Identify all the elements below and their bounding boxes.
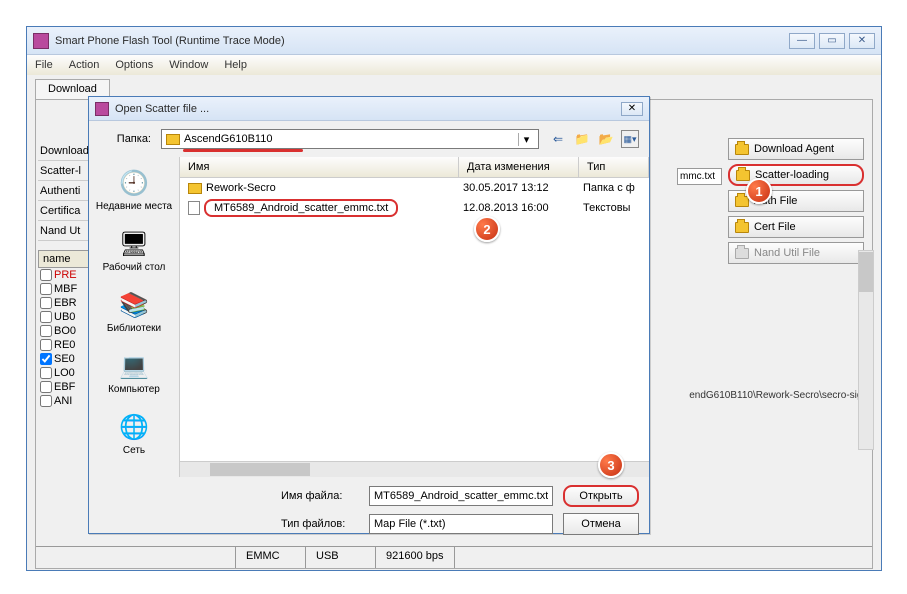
folder-icon — [735, 222, 749, 233]
chk-ub0[interactable] — [40, 311, 52, 323]
row-lo0: LO0 — [54, 367, 75, 379]
menu-file[interactable]: File — [35, 59, 53, 71]
status-storage: EMMC — [236, 547, 306, 568]
label-nand: Nand Ut — [38, 222, 88, 241]
annotation-underline — [183, 149, 303, 152]
close-button[interactable]: ✕ — [849, 33, 875, 49]
menu-bar: File Action Options Window Help — [27, 55, 881, 75]
label-cert: Certifica — [38, 202, 88, 221]
maximize-button[interactable]: ▭ — [819, 33, 845, 49]
row-ani: ANI — [54, 395, 72, 407]
dialog-toolbar: Папка: AscendG610B110 ▾ ⇐ 📁 📂 ▦▾ — [89, 121, 649, 157]
chk-ebr[interactable] — [40, 297, 52, 309]
up-folder-icon[interactable]: 📁 — [573, 130, 591, 148]
folder-icon — [166, 134, 180, 145]
place-desktop[interactable]: 🖥Рабочий стол — [89, 224, 179, 277]
chk-ani[interactable] — [40, 395, 52, 407]
scatter-path-field[interactable]: mmc.txt — [677, 168, 722, 185]
menu-help[interactable]: Help — [224, 59, 247, 71]
file-row-folder[interactable]: Rework-Secro 30.05.2017 13:12 Папка с ф — [180, 178, 649, 198]
filename-label: Имя файла: — [189, 490, 359, 502]
horizontal-scrollbar[interactable] — [180, 461, 649, 477]
row-ebr: EBR — [54, 297, 77, 309]
callout-3: 3 — [598, 452, 624, 478]
status-conn: USB — [306, 547, 376, 568]
minimize-button[interactable]: — — [789, 33, 815, 49]
status-bar: EMMC USB 921600 bps — [36, 546, 872, 568]
places-bar: 🕘Недавние места 🖥Рабочий стол 📚Библиотек… — [89, 157, 179, 477]
folder-icon — [735, 144, 749, 155]
download-agent-button[interactable]: Download Agent — [728, 138, 864, 160]
place-libraries[interactable]: 📚Библиотеки — [89, 285, 179, 338]
vertical-scrollbar[interactable] — [858, 250, 874, 450]
place-network[interactable]: 🌐Сеть — [89, 407, 179, 460]
file-path-text: endG610B110\Rework-Secro\secro-sign — [638, 390, 868, 401]
menu-action[interactable]: Action — [69, 59, 100, 71]
label-scatter: Scatter-l — [38, 162, 88, 181]
title-bar: Smart Phone Flash Tool (Runtime Trace Mo… — [27, 27, 881, 55]
document-icon — [188, 201, 200, 215]
window-title: Smart Phone Flash Tool (Runtime Trace Mo… — [55, 35, 789, 47]
file-list: Имя Дата изменения Тип Rework-Secro 30.0… — [179, 157, 649, 477]
col-type[interactable]: Тип — [579, 157, 649, 177]
place-recent[interactable]: 🕘Недавние места — [89, 163, 179, 216]
label-auth: Authenti — [38, 182, 88, 201]
row-se0: SE0 — [54, 353, 75, 365]
label-download: Download — [38, 142, 88, 161]
menu-options[interactable]: Options — [115, 59, 153, 71]
open-button[interactable]: Открыть — [563, 485, 639, 507]
chevron-down-icon[interactable]: ▾ — [518, 133, 534, 146]
cancel-button[interactable]: Отмена — [563, 513, 639, 535]
chk-mbf[interactable] — [40, 283, 52, 295]
app-icon — [33, 33, 49, 49]
folder-icon — [188, 183, 202, 194]
menu-window[interactable]: Window — [169, 59, 208, 71]
folder-label: Папка: — [99, 133, 151, 145]
chk-re0[interactable] — [40, 339, 52, 351]
view-menu-icon[interactable]: ▦▾ — [621, 130, 639, 148]
open-file-dialog: Open Scatter file ... ✕ Папка: AscendG61… — [88, 96, 650, 534]
col-date[interactable]: Дата изменения — [459, 157, 579, 177]
dialog-title-bar: Open Scatter file ... ✕ — [89, 97, 649, 121]
chk-pre[interactable] — [40, 269, 52, 281]
row-pre: PRE — [54, 269, 77, 281]
file-row-scatter[interactable]: MT6589_Android_scatter_emmc.txt 12.08.20… — [180, 198, 649, 218]
dialog-icon — [95, 102, 109, 116]
filetype-label: Тип файлов: — [189, 518, 359, 530]
callout-1: 1 — [746, 178, 772, 204]
right-buttons: Download Agent Scatter-loading Auth File… — [728, 138, 864, 264]
filetype-select[interactable] — [369, 514, 553, 534]
place-computer[interactable]: 💻Компьютер — [89, 346, 179, 399]
chk-lo0[interactable] — [40, 367, 52, 379]
chk-ebf[interactable] — [40, 381, 52, 393]
row-ebf: EBF — [54, 381, 75, 393]
chk-se0[interactable] — [40, 353, 52, 365]
status-speed: 921600 bps — [376, 547, 455, 568]
dialog-bottom: Имя файла: Открыть Тип файлов: Отмена — [89, 477, 649, 543]
nand-util-file-button[interactable]: Nand Util File — [728, 242, 864, 264]
folder-icon — [735, 248, 749, 259]
col-name[interactable]: Имя — [180, 157, 459, 177]
row-ub0: UB0 — [54, 311, 75, 323]
chk-bo0[interactable] — [40, 325, 52, 337]
folder-icon — [736, 170, 750, 181]
back-icon[interactable]: ⇐ — [549, 130, 567, 148]
filename-input[interactable] — [369, 486, 553, 506]
cert-file-button[interactable]: Cert File — [728, 216, 864, 238]
row-bo0: BO0 — [54, 325, 76, 337]
callout-2: 2 — [474, 216, 500, 242]
new-folder-icon[interactable]: 📂 — [597, 130, 615, 148]
folder-combobox[interactable]: AscendG610B110 ▾ — [161, 129, 539, 149]
row-re0: RE0 — [54, 339, 75, 351]
dialog-title: Open Scatter file ... — [115, 103, 621, 115]
dialog-close-button[interactable]: ✕ — [621, 102, 643, 116]
column-headers: Имя Дата изменения Тип — [180, 157, 649, 178]
row-mbf: MBF — [54, 283, 77, 295]
folder-value: AscendG610B110 — [184, 133, 272, 145]
